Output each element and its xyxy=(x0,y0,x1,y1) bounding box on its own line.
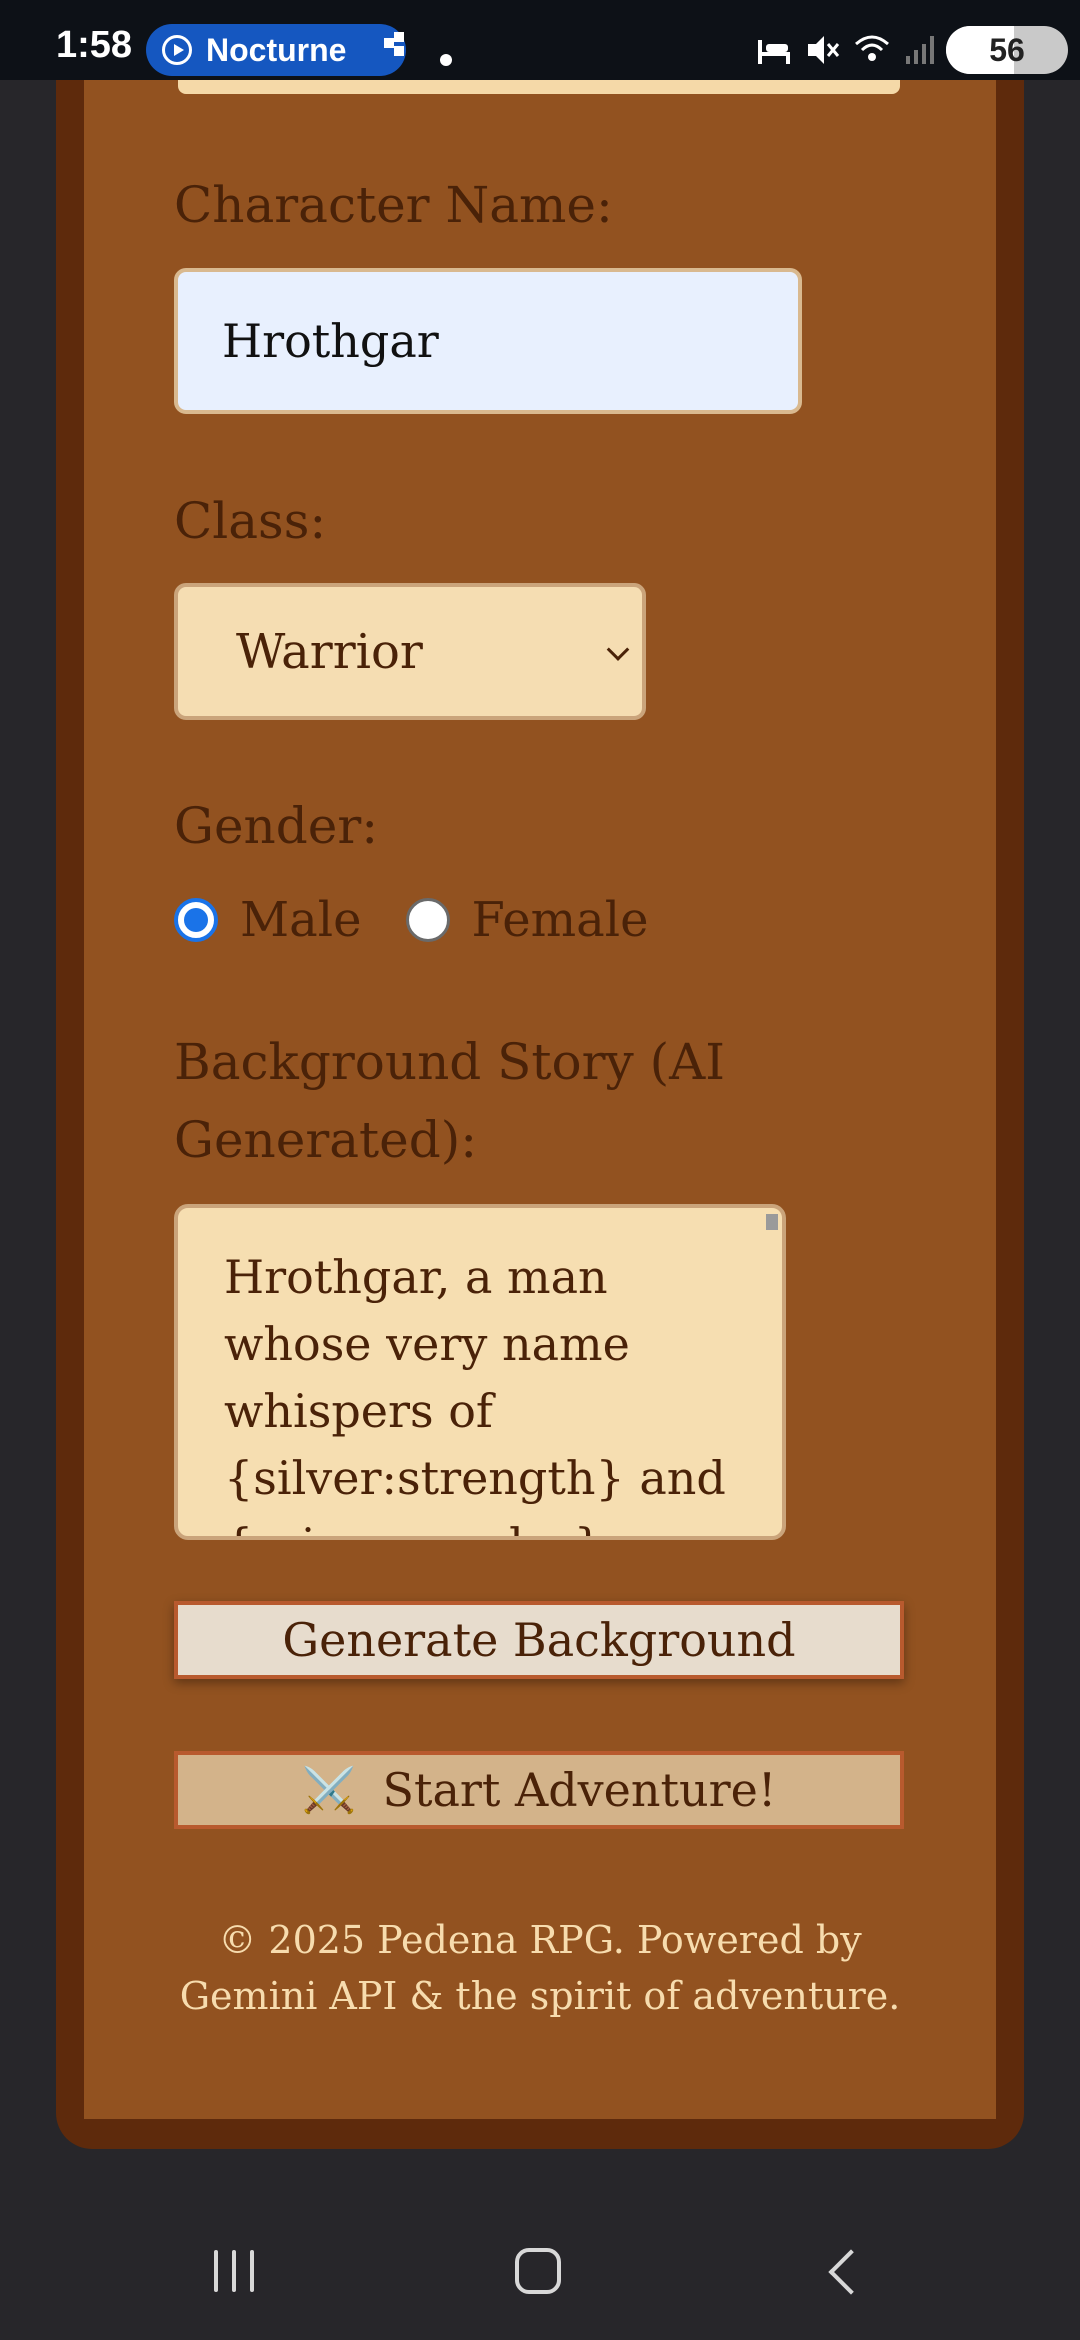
wifi-icon xyxy=(852,30,892,74)
notification-icon xyxy=(384,32,410,66)
status-bar: 1:58 Nocturne 56 xyxy=(0,0,1080,80)
home-button[interactable] xyxy=(515,2248,561,2294)
class-select[interactable]: Warrior xyxy=(174,583,646,720)
gender-male-radio[interactable] xyxy=(174,898,218,942)
mute-icon xyxy=(804,32,840,76)
start-adventure-label: Start Adventure! xyxy=(382,1763,777,1817)
class-select-value: Warrior xyxy=(236,623,423,680)
gender-label: Gender: xyxy=(174,797,379,855)
battery-level: 56 xyxy=(989,31,1025,68)
status-time: 1:58 xyxy=(56,24,133,66)
character-name-label: Character Name: xyxy=(174,176,613,234)
previous-field-edge xyxy=(178,80,900,94)
nocturne-label: Nocturne xyxy=(206,31,347,68)
background-story-textarea[interactable]: Hrothgar, a man whose very name whispers… xyxy=(174,1204,786,1540)
character-name-input[interactable]: Hrothgar xyxy=(174,268,802,414)
chevron-down-icon xyxy=(606,637,630,661)
nocturne-pill[interactable]: Nocturne xyxy=(146,24,406,76)
recents-button[interactable] xyxy=(214,2250,254,2292)
footer-copyright: © 2025 Pedena RPG. Powered by xyxy=(218,1918,862,1962)
battery-indicator: 56 xyxy=(946,26,1068,74)
gender-radio-group: Male Female xyxy=(174,888,649,952)
background-story-text: Hrothgar, a man whose very name whispers… xyxy=(224,1250,726,1536)
generate-background-button[interactable]: Generate Background xyxy=(174,1601,904,1679)
footer-credits: Gemini API & the spirit of adventure. xyxy=(179,1974,901,2018)
sleep-icon xyxy=(756,34,792,74)
crossed-swords-icon: ⚔️ xyxy=(301,1765,357,1816)
background-story-label: Background Story (AI Generated): xyxy=(174,1033,726,1169)
gender-male-label[interactable]: Male xyxy=(240,892,362,948)
signal-icon xyxy=(904,34,936,74)
system-nav-bar xyxy=(0,2200,1080,2340)
play-icon xyxy=(162,35,192,65)
gender-female-label[interactable]: Female xyxy=(472,892,649,948)
textarea-scrollbar[interactable] xyxy=(766,1214,778,1230)
dot-icon xyxy=(440,40,452,74)
gender-female-radio[interactable] xyxy=(405,898,450,942)
back-button[interactable] xyxy=(828,2249,874,2295)
class-label: Class: xyxy=(174,492,327,550)
footer: © 2025 Pedena RPG. Powered by Gemini API… xyxy=(84,1912,996,2024)
start-adventure-button[interactable]: ⚔️ Start Adventure! xyxy=(174,1751,904,1829)
